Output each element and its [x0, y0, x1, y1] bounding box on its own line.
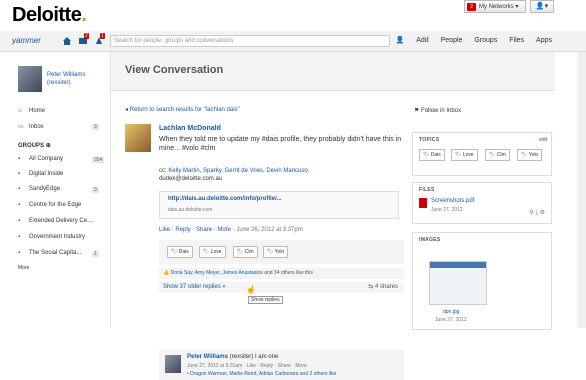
- topic-tag[interactable]: 🏷 Love: [451, 149, 478, 161]
- sidebar-username[interactable]: Peter Williams (rexsiter): [47, 71, 85, 87]
- image-thumbnail[interactable]: [429, 261, 487, 305]
- message-author[interactable]: Lachlan McDonald: [159, 125, 221, 132]
- link-title[interactable]: http://dais.au.deloitte.com/info/profile…: [168, 196, 282, 202]
- file-date: June 27, 2012: [431, 207, 463, 213]
- follow-in-inbox[interactable]: ⚑ Follow in Inbox: [414, 107, 461, 114]
- show-older-replies[interactable]: Show 37 older replies » ⇆ 4 shares: [159, 282, 404, 293]
- files-panel: FILES Screenshots.pdf June 27, 2012 ⚲ ⤓ …: [412, 182, 552, 224]
- avatar[interactable]: [165, 355, 181, 373]
- sidebar: Peter Williams (rexsiter) ⌂ Home ▭ Inbox 3…: [0, 52, 110, 328]
- group-icon: ▪: [18, 234, 21, 240]
- image-link[interactable]: dpn.jpg: [443, 309, 459, 315]
- topics-heading: TOPICS: [419, 137, 440, 143]
- nav-links: 👤 Add People Groups Files Apps: [386, 36, 552, 44]
- pdf-file-icon: [419, 198, 427, 208]
- add-button[interactable]: 👤 Add: [396, 37, 429, 44]
- sidebar-group-item[interactable]: ▪ Government Industry: [18, 234, 85, 240]
- search-input[interactable]: Search for people, groups and conversati…: [110, 35, 390, 47]
- messages-badge: 2: [84, 33, 89, 39]
- topic-tag[interactable]: 🏷 Clm: [485, 149, 510, 161]
- message-body: When they told me to update my #dais pro…: [159, 136, 402, 152]
- notifications-badge: 1: [100, 33, 105, 39]
- hand-cursor-icon: ☝: [246, 285, 256, 294]
- nav-people[interactable]: People: [441, 37, 463, 44]
- file-link[interactable]: Screenshots.pdf: [431, 198, 474, 204]
- link-url: dais.au.deloitte.com: [168, 207, 213, 213]
- my-networks-button[interactable]: 2 My Networks ▾: [464, 0, 526, 13]
- home-icon[interactable]: [62, 36, 72, 46]
- topic-tag[interactable]: 🏷 Yolo: [517, 149, 543, 161]
- topic-tags: 🏷 Dais 🏷 Love 🏷 Clm 🏷 Yolo: [159, 240, 404, 264]
- topics-panel: TOPICS edit 🏷 Dais 🏷 Love 🏷 Clm 🏷 Yolo: [412, 132, 552, 176]
- cc-email: dudek@deloitte.com.au: [159, 176, 223, 182]
- my-networks-badge: 2: [467, 3, 476, 11]
- nav-groups[interactable]: Groups: [474, 37, 497, 44]
- page-title: View Conversation: [125, 64, 224, 76]
- likers-link[interactable]: Doria Say, Amy Meyer, James Anastasios: [171, 270, 263, 276]
- nav-apps[interactable]: Apps: [536, 37, 552, 44]
- home-icon: ⌂: [18, 108, 22, 114]
- deloitte-logo[interactable]: Deloitte.: [12, 4, 87, 27]
- tooltip: Show replies: [248, 296, 283, 304]
- reply-meta[interactable]: June 27, 2012 at 9:31am · Like · Reply ·…: [187, 363, 307, 369]
- messages-icon[interactable]: 2: [78, 33, 89, 46]
- group-icon: ▪: [18, 156, 21, 162]
- link-preview-card[interactable]: http://dais.au.deloitte.com/info/profile…: [159, 191, 399, 219]
- author-avatar[interactable]: [125, 124, 151, 152]
- sidebar-item-home[interactable]: ⌂ Home: [18, 108, 45, 114]
- shares-count[interactable]: ⇆ 4 shares: [368, 282, 398, 293]
- topic-tag[interactable]: 🏷 Dais: [419, 149, 445, 161]
- inbox-count: 3: [92, 124, 99, 130]
- group-icon: ▪: [18, 202, 21, 208]
- images-panel: IMAGES dpn.jpg June 27, 2012: [412, 232, 552, 330]
- my-networks-label: My Networks ▾: [479, 4, 519, 10]
- cc-names-link[interactable]: Kelly Martin, Sparky, Gerrit de Vries, D…: [168, 168, 309, 174]
- right-column: ⚑ Follow in Inbox TOPICS edit 🏷 Dais 🏷 L…: [408, 52, 554, 330]
- tag-clm[interactable]: 🏷 Clm: [233, 246, 258, 258]
- group-count: 354: [92, 157, 105, 163]
- tag-yolo[interactable]: 🏷 Yolo: [263, 246, 289, 258]
- topics-edit-link[interactable]: edit: [539, 137, 547, 143]
- reply-likes: • Dragon Warman, Marlie Reed, Adrian Car…: [187, 371, 337, 377]
- reply-item: Peter Williams (rexsiter) I am one June …: [159, 350, 404, 380]
- nav-files[interactable]: Files: [509, 37, 524, 44]
- images-heading: IMAGES: [419, 237, 441, 243]
- yammer-brand[interactable]: yammer: [12, 36, 41, 45]
- likes-row: 👍 Doria Say, Amy Meyer, James Anastasios…: [159, 268, 404, 279]
- sidebar-group-item[interactable]: ▪ Extended Delivery Ce...: [18, 218, 92, 224]
- page-scrollbar[interactable]: [578, 52, 586, 328]
- group-icon: ▪: [18, 171, 21, 177]
- files-heading: FILES: [419, 187, 435, 193]
- message-actions[interactable]: Like · Reply · Share · More · June 26, 2…: [159, 227, 303, 233]
- sidebar-group-item[interactable]: ▪ SandyEdge: [18, 186, 60, 192]
- sidebar-group-item[interactable]: ▪ Centre for the Edge: [18, 202, 81, 208]
- back-to-search-link[interactable]: ◂ Return to search results for "lachlan …: [125, 106, 240, 113]
- group-icon: ▪: [18, 186, 21, 192]
- nav-bar: yammer 2 1 Search for people, groups and…: [0, 31, 586, 52]
- sidebar-group-item[interactable]: ▪ The Social Capita...: [18, 250, 81, 256]
- sidebar-more-link[interactable]: More: [18, 265, 29, 271]
- tag-dais[interactable]: 🏷 Dais: [167, 246, 193, 258]
- group-icon: ▪: [18, 218, 21, 224]
- add-group-icon[interactable]: ⊕: [46, 143, 51, 149]
- top-bar: Deloitte. 2 My Networks ▾ 👤▾: [0, 0, 586, 32]
- image-date: June 27, 2012: [435, 317, 467, 323]
- group-count: 3: [92, 187, 99, 193]
- group-count: 1: [92, 251, 99, 257]
- sidebar-item-inbox[interactable]: ▭ Inbox: [18, 123, 44, 130]
- sidebar-group-item[interactable]: ▪ All Company: [18, 156, 63, 162]
- groups-heading: GROUPS ⊕: [18, 143, 51, 149]
- reply-author[interactable]: Peter Williams (rexsiter) I am one: [187, 354, 278, 360]
- tag-love[interactable]: 🏷 Love: [199, 246, 226, 258]
- user-menu-button[interactable]: 👤▾: [530, 0, 554, 13]
- notifications-icon[interactable]: 1: [94, 33, 105, 46]
- file-actions-icons[interactable]: ⚲ ⤓ ⚙: [529, 209, 545, 217]
- inbox-icon: ▭: [18, 124, 24, 130]
- avatar[interactable]: [18, 66, 42, 92]
- message-cc: cc: Kelly Martin, Sparky, Gerrit de Vrie…: [159, 168, 310, 182]
- sidebar-group-item[interactable]: ▪ Digital Inside: [18, 171, 63, 177]
- group-icon: ▪: [18, 250, 21, 256]
